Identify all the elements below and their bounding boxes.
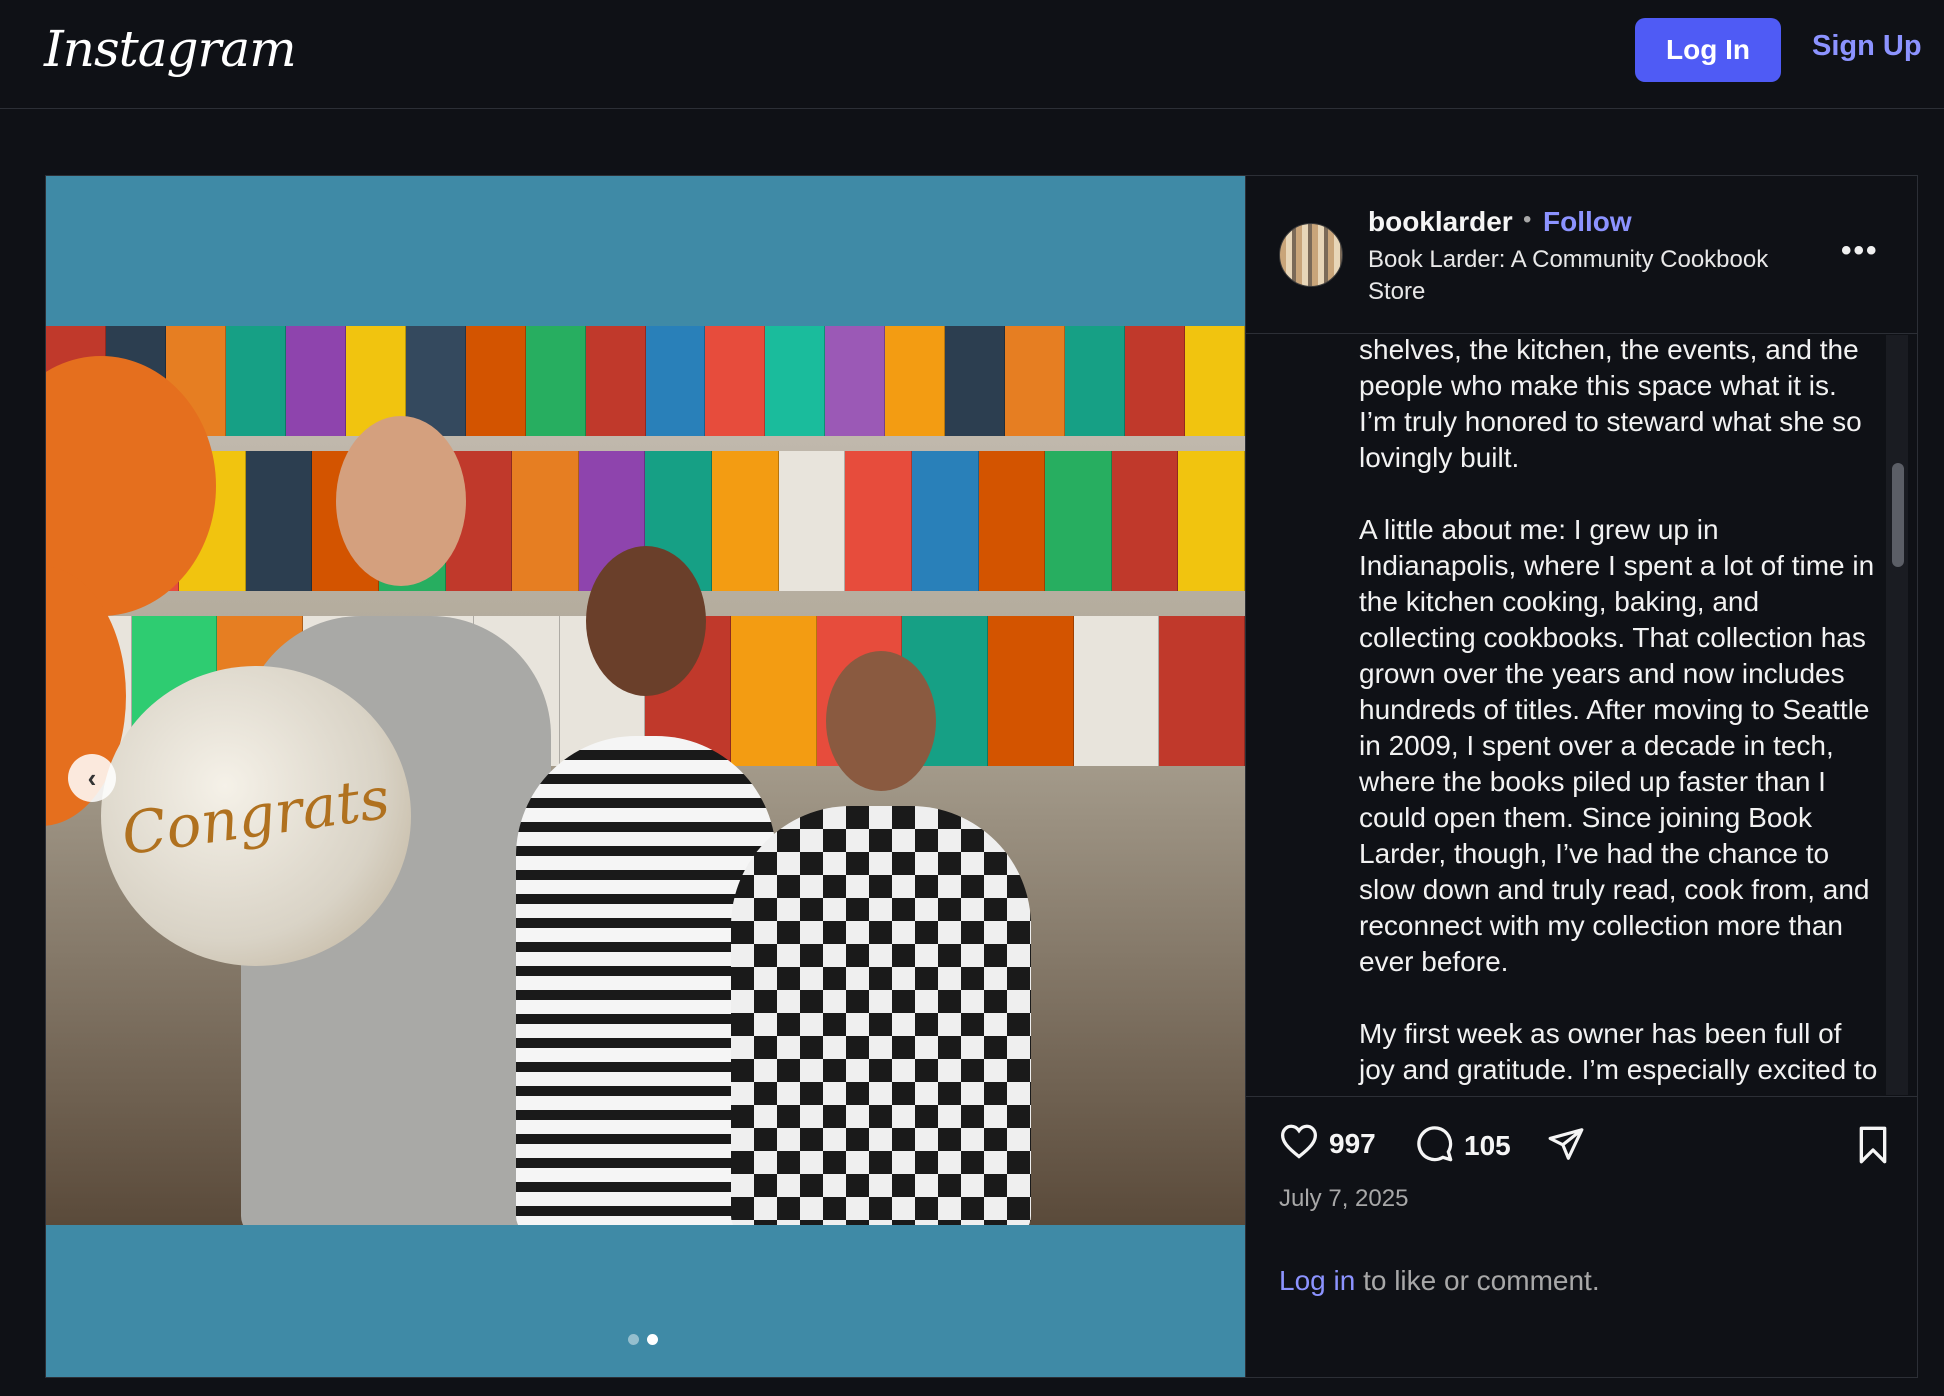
post-date: July 7, 2025 [1279, 1185, 1409, 1212]
login-prompt-link[interactable]: Log in [1279, 1265, 1355, 1296]
separator-dot: • [1523, 206, 1532, 233]
scrollbar-thumb[interactable] [1892, 463, 1904, 567]
login-prompt-text: to like or comment. [1355, 1265, 1600, 1296]
avatar[interactable] [1279, 223, 1343, 287]
congrats-balloon: Congrats [101, 666, 411, 966]
login-prompt: Log in to like or comment. [1279, 1265, 1600, 1297]
post-header: booklarder • Follow Book Larder: A Commu… [1246, 176, 1918, 334]
comment-count: 105 [1464, 1129, 1511, 1161]
caption-area: shelves, the kitchen, the events, and th… [1246, 335, 1918, 1095]
post-actions: 997 105 July 7, 2025 Log in to like or c… [1246, 1096, 1918, 1377]
follow-button[interactable]: Follow [1543, 206, 1632, 238]
caption-scrollbar[interactable] [1886, 335, 1908, 1095]
bookmark-icon[interactable] [1856, 1125, 1890, 1170]
share-action [1546, 1125, 1586, 1168]
post-media: Congrats ‹ [46, 176, 1245, 1377]
post-card: Congrats ‹ booklarder • Follow Book Lard… [45, 175, 1918, 1378]
slide-indicator [628, 1334, 658, 1345]
comment-icon[interactable] [1414, 1123, 1454, 1168]
like-count: 997 [1329, 1127, 1376, 1159]
signup-link[interactable]: Sign Up [1812, 30, 1922, 63]
account-subtitle: Book Larder: A Community Cookbook Store [1368, 246, 1769, 305]
comment-action: 105 [1414, 1123, 1511, 1168]
slide-dot [628, 1334, 639, 1345]
bookshelf-row [46, 326, 1245, 436]
slide-dot-active [647, 1334, 658, 1345]
top-bar: Instagram Log In Sign Up [0, 0, 1944, 109]
more-icon[interactable]: ••• [1841, 234, 1879, 268]
caption-text: shelves, the kitchen, the events, and th… [1359, 335, 1878, 1095]
post-side-panel: booklarder • Follow Book Larder: A Commu… [1245, 176, 1918, 1377]
login-button[interactable]: Log In [1635, 18, 1781, 82]
bookmark-action [1856, 1125, 1890, 1170]
heart-icon[interactable] [1279, 1123, 1319, 1164]
chevron-left-icon: ‹ [87, 762, 97, 793]
share-icon[interactable] [1546, 1125, 1586, 1168]
congrats-balloon-text: Congrats [117, 763, 395, 869]
post-photo: Congrats [46, 326, 1245, 1225]
previous-slide-button[interactable]: ‹ [68, 754, 116, 802]
instagram-logo[interactable]: Instagram [44, 20, 297, 78]
username-link[interactable]: booklarder [1368, 206, 1513, 238]
person-woman-right [731, 651, 1031, 1225]
like-action: 997 [1279, 1123, 1376, 1164]
